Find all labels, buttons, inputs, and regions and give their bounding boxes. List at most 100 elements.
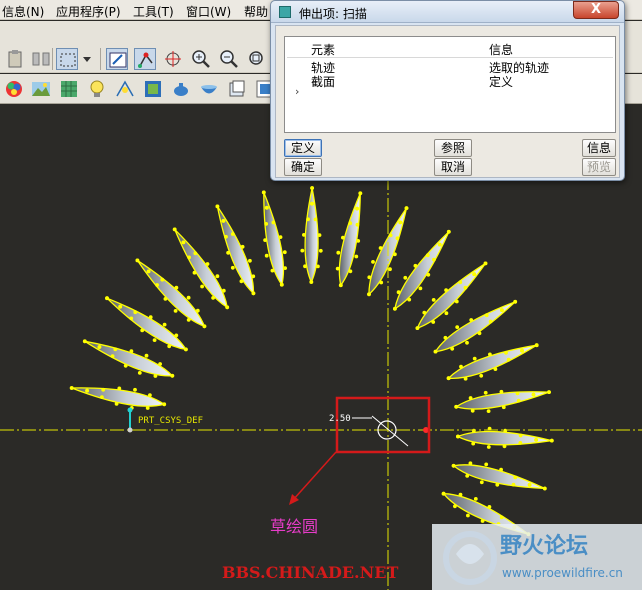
site-watermark: BBS.CHINADE.NET	[222, 563, 399, 582]
petal-vertex	[163, 297, 168, 301]
menu-help[interactable]: 帮助	[244, 3, 268, 20]
teapot-icon[interactable]	[170, 78, 192, 100]
light-icon[interactable]	[86, 78, 108, 100]
petal-vertex	[506, 357, 511, 362]
petal-vertex	[527, 482, 532, 487]
petal-vertex	[153, 374, 158, 378]
select-box-icon[interactable]	[56, 48, 78, 70]
petal-vertex	[493, 367, 498, 371]
petal-vertex	[348, 221, 353, 226]
spin-center-icon[interactable]	[162, 48, 184, 70]
appearance-icon[interactable]	[3, 78, 25, 100]
petal-vertex	[393, 306, 397, 311]
petal-vertex	[471, 428, 476, 433]
petal-vertex	[486, 409, 491, 413]
dimension-label[interactable]: 2.50	[329, 414, 351, 424]
table-row-element[interactable]: 截面	[311, 73, 335, 90]
petal-vertex	[174, 285, 179, 290]
annotation-arrow	[292, 451, 337, 501]
petal-vertex	[162, 402, 167, 407]
table-row-info[interactable]: 定义	[489, 73, 513, 90]
petal-vertex	[450, 346, 455, 351]
petal-vertex	[283, 266, 287, 270]
petal-vertex	[354, 254, 359, 259]
toolbar-separator	[100, 48, 101, 70]
bowl-icon[interactable]	[198, 78, 220, 100]
references-button[interactable]: 参照	[434, 139, 472, 157]
paste-icon[interactable]	[4, 48, 26, 70]
scene-icon[interactable]	[30, 78, 52, 100]
petal-vertex	[407, 297, 412, 302]
petal-vertex	[472, 356, 477, 361]
petal-vertex	[502, 444, 507, 449]
petal-vertex	[113, 347, 118, 352]
ok-button[interactable]: 确定	[284, 158, 322, 176]
petal-vertex	[422, 310, 427, 315]
menu-applications[interactable]: 应用程序(P)	[56, 3, 121, 20]
preview-button[interactable]: 预览	[582, 158, 616, 176]
petal-vertex	[309, 280, 314, 284]
render-icon[interactable]	[142, 78, 164, 100]
petal-vertex	[446, 229, 451, 234]
petal-vertex	[148, 393, 152, 398]
petal-vertex	[264, 222, 269, 226]
sketch-view-icon[interactable]	[106, 48, 128, 70]
petal-vertex	[118, 304, 123, 309]
petal-vertex	[251, 274, 256, 279]
petal-vertex	[454, 404, 459, 409]
petal-vertex	[468, 396, 473, 400]
petal-vertex	[270, 268, 275, 273]
shading-icon[interactable]	[226, 78, 248, 100]
petal-vertex	[513, 475, 518, 480]
petal-vertex	[355, 222, 360, 227]
petal-vertex	[310, 201, 314, 206]
define-button[interactable]: 定义	[284, 139, 322, 157]
petal-vertex	[146, 269, 151, 274]
menu-info[interactable]: 信息(N)	[2, 3, 44, 20]
petal-vertex	[348, 269, 353, 274]
petal-vertex	[215, 204, 220, 209]
petal-vertex	[162, 322, 167, 327]
menu-tools[interactable]: 工具(T)	[133, 3, 174, 20]
zoom-in-icon[interactable]	[190, 48, 212, 70]
petal-vertex	[479, 373, 484, 378]
menu-window[interactable]: 窗口(W)	[186, 3, 231, 20]
petal-vertex	[135, 258, 140, 263]
petal-vertex	[174, 333, 179, 338]
petal-vertex	[211, 296, 216, 300]
petal-vertex	[518, 441, 523, 445]
info-button[interactable]: 信息	[582, 139, 616, 157]
petal-vertex	[431, 320, 436, 324]
petal-vertex	[463, 376, 468, 381]
petal-vertex	[443, 335, 448, 340]
dropdown-arrow-icon[interactable]	[80, 48, 94, 70]
petal-vertex	[488, 352, 492, 357]
petal-vertex	[479, 480, 484, 485]
petal-vertex	[487, 505, 492, 509]
zoom-fit-icon[interactable]	[246, 48, 268, 70]
close-button[interactable]: X	[573, 1, 619, 19]
petal-vertex	[341, 235, 345, 240]
petal-vertex	[459, 364, 463, 369]
cancel-button[interactable]: 取消	[434, 158, 472, 176]
petal-vertex	[279, 282, 284, 287]
petal-vertex	[145, 406, 150, 410]
petal-vertex	[271, 220, 276, 225]
dimension-leader	[371, 415, 409, 447]
petal-vertex	[85, 388, 89, 393]
petal-vertex	[318, 248, 323, 253]
petal-vertex	[263, 238, 267, 243]
petal-vertex	[355, 206, 359, 211]
zoom-out-icon[interactable]	[218, 48, 240, 70]
petal-vertex	[158, 362, 163, 366]
datum-point-icon[interactable]	[134, 48, 156, 70]
petal-vertex	[468, 461, 473, 466]
dialog-titlebar[interactable]: 伸出项: 扫描 X	[271, 1, 624, 23]
perspective-icon[interactable]	[114, 78, 136, 100]
model-tree-icon[interactable]	[58, 78, 80, 100]
mirror-icon[interactable]	[30, 48, 52, 70]
row-expand-icon[interactable]: ›	[295, 85, 299, 98]
petal-vertex	[404, 206, 409, 211]
petal-vertex	[225, 305, 230, 310]
petal-vertex	[393, 252, 397, 257]
